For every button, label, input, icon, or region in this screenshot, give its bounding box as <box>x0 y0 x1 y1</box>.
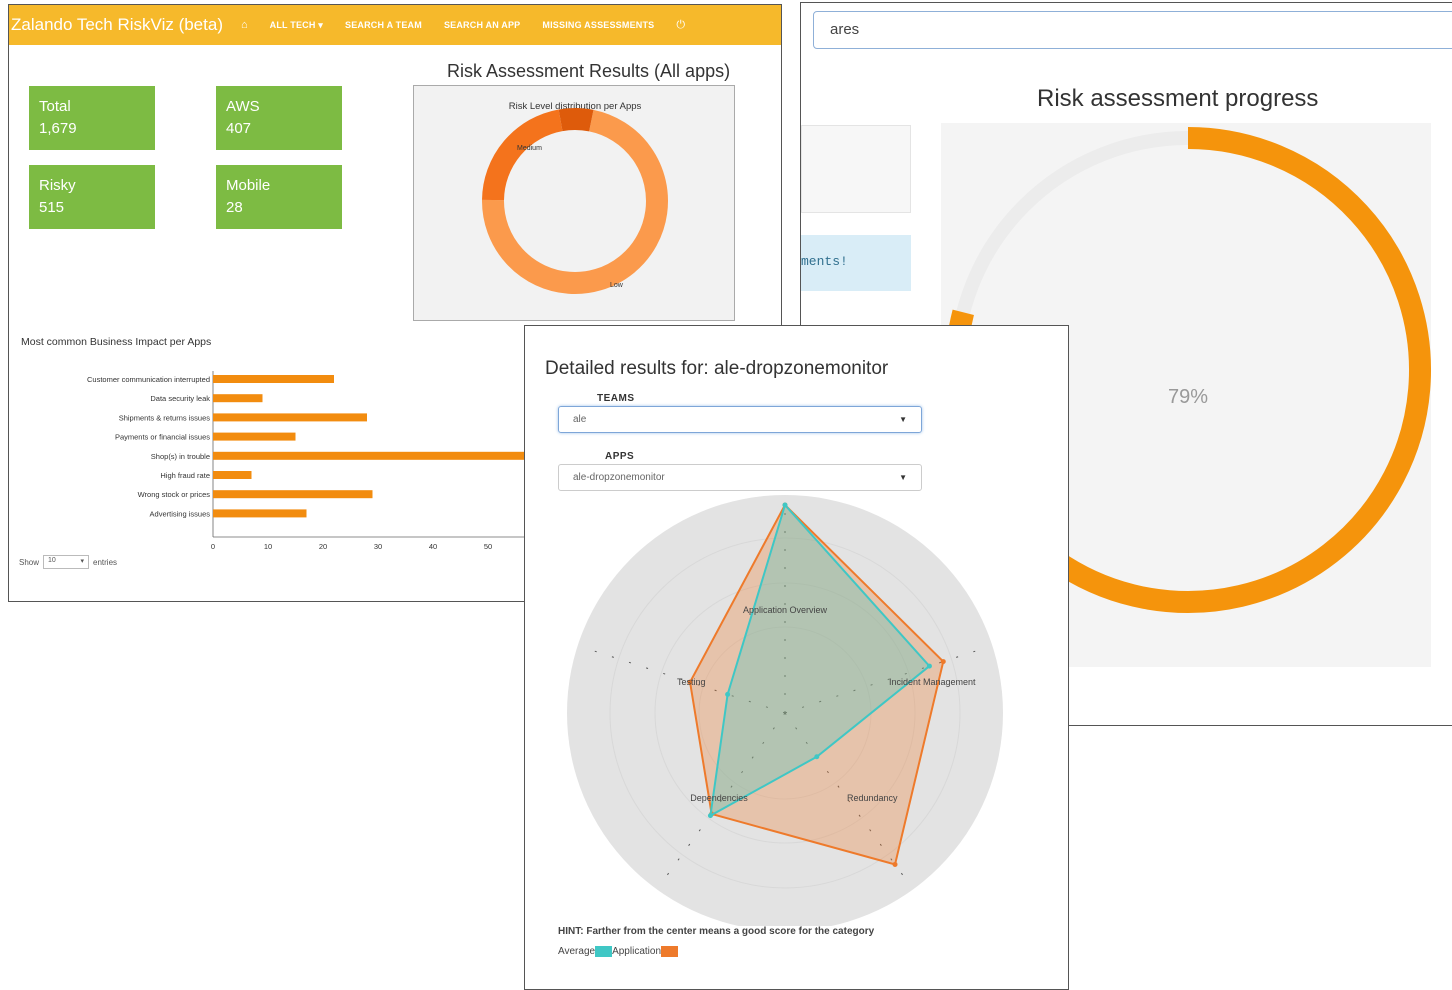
bar[interactable] <box>213 451 529 460</box>
radar-chart: Application Overview Incident Management R… <box>567 495 1003 926</box>
x-tick-label: 20 <box>319 542 327 551</box>
bar-category-label: Shop(s) in trouble <box>151 452 210 461</box>
radar-axis-label: Testing <box>677 677 706 687</box>
donut-slice-high[interactable] <box>558 108 594 132</box>
x-tick-label: 40 <box>429 542 437 551</box>
tile-label: Total <box>39 98 71 115</box>
bar[interactable] <box>213 509 307 518</box>
radar-point[interactable] <box>707 813 713 819</box>
bar[interactable] <box>213 490 373 499</box>
nav-missing-assessments[interactable]: MISSING ASSESSMENTS <box>542 20 654 30</box>
tile-value: 407 <box>226 120 252 137</box>
hint-text: HINT: Farther from the center means a go… <box>558 926 875 937</box>
tile-label: Mobile <box>226 177 271 194</box>
home-icon[interactable]: ⌂ <box>241 19 248 31</box>
tile-label: Risky <box>39 177 76 194</box>
radar-point[interactable] <box>782 502 788 508</box>
legend-application-swatch <box>661 946 678 957</box>
total-tile[interactable]: Total 1,679 <box>29 86 155 150</box>
tile-label: AWS <box>226 98 260 115</box>
mobile-tile[interactable]: Mobile 28 <box>216 165 342 229</box>
bar[interactable] <box>213 413 367 422</box>
bar-chart-title: Most common Business Impact per Apps <box>21 336 212 348</box>
legend-average-swatch <box>595 946 613 957</box>
tile-value: 515 <box>39 199 65 216</box>
legend-average-label: Average <box>558 946 596 957</box>
donut-label-low: Low <box>610 282 624 289</box>
entries-select-value: 10 <box>48 557 56 564</box>
radar-point[interactable] <box>940 659 946 665</box>
radar-point[interactable] <box>892 861 898 867</box>
bar-category-label: Advertising issues <box>150 509 211 518</box>
bar-category-label: Data security leak <box>150 394 210 403</box>
entries-select[interactable]: 10 ▾ <box>43 555 90 569</box>
bar[interactable] <box>213 432 296 441</box>
power-icon[interactable]: ⏻ <box>676 19 685 32</box>
show-label: Show <box>19 557 40 567</box>
radar-axis-label: Redundancy <box>847 793 898 803</box>
risky-tile[interactable]: Risky 515 <box>29 165 155 229</box>
radar-axis-label: Incident Management <box>889 677 976 687</box>
bar-category-label: Wrong stock or prices <box>138 490 211 499</box>
entries-label: entries <box>93 557 118 567</box>
nav-search-app[interactable]: SEARCH AN APP <box>444 20 520 30</box>
brand-title[interactable]: Zalando Tech RiskViz (beta) <box>9 15 223 35</box>
bar[interactable] <box>213 375 334 383</box>
business-impact-bar-chart: Customer communication interrupted Data s… <box>87 371 529 551</box>
detail-window: Detailed results for: ale-dropzonemonito… <box>524 325 1069 990</box>
donut-label-medium: Medium <box>517 145 542 152</box>
x-tick-label: 30 <box>374 542 382 551</box>
radar-axis-label: Application Overview <box>743 605 828 615</box>
aws-tile[interactable]: AWS 407 <box>216 86 342 150</box>
radar-legend: Average Application <box>558 946 678 957</box>
tile-value: 1,679 <box>39 120 77 137</box>
x-tick-label: 50 <box>484 542 492 551</box>
legend-application-label: Application <box>612 946 661 957</box>
radar-point[interactable] <box>725 691 731 697</box>
radar-point[interactable] <box>814 754 820 760</box>
progress-percent: 79% <box>1168 386 1208 408</box>
donut-slice-medium[interactable] <box>482 109 563 201</box>
results-title: Risk Assessment Results (All apps) <box>447 61 731 81</box>
bar[interactable] <box>213 394 263 403</box>
top-navbar: Zalando Tech RiskViz (beta) ⌂ ALL TECH ▾… <box>9 5 781 45</box>
bar-category-label: Customer communication interrupted <box>87 375 210 384</box>
risk-donut-chart: Risk Level distribution per Apps MediumL… <box>482 101 668 294</box>
bar[interactable] <box>213 471 252 479</box>
show-entries-control: Show 10 ▾ entries <box>19 555 117 569</box>
tile-value: 28 <box>226 199 243 216</box>
radar-axis-label: Dependencies <box>690 793 748 803</box>
bar-category-label: High fraud rate <box>160 471 210 480</box>
risk-donut-panel: Risk Level distribution per Apps Medium L… <box>413 85 735 321</box>
x-tick-label: 0 <box>211 542 215 551</box>
bar-category-label: Payments or financial issues <box>115 433 210 442</box>
x-tick-label: 10 <box>264 542 272 551</box>
bar-category-label: Shipments & returns issues <box>119 413 211 422</box>
radar-point[interactable] <box>926 663 932 669</box>
nav-all-tech[interactable]: ALL TECH ▾ <box>270 20 323 31</box>
chevron-down-icon: ▾ <box>80 558 85 565</box>
nav-search-team[interactable]: SEARCH A TEAM <box>345 20 422 30</box>
